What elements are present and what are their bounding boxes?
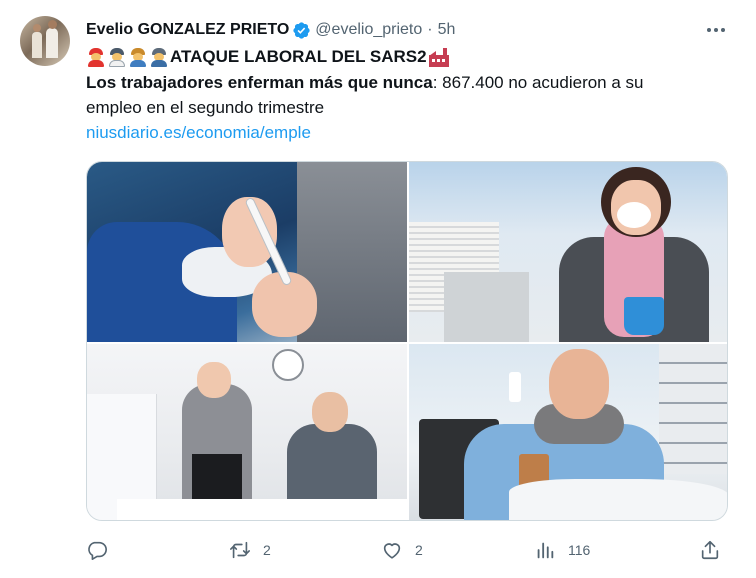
- share-icon: [701, 540, 719, 560]
- health-worker-emoji: [107, 47, 127, 67]
- firefighter-emoji: [86, 47, 106, 67]
- avatar-figure-head: [48, 20, 57, 29]
- factory-emoji: [428, 47, 450, 67]
- tweet-body-text: : 867.400 no acudieron a su: [432, 73, 644, 92]
- header-separator: ·: [427, 21, 433, 38]
- tweet-bold-text: Los trabajadores enferman más que nunca: [86, 73, 433, 92]
- reply-button[interactable]: [86, 538, 120, 562]
- share-button[interactable]: [699, 538, 721, 562]
- author-name[interactable]: Evelio GONZALEZ PRIETO: [86, 21, 289, 39]
- tweet-link[interactable]: niusdiario.es/economia/emple: [86, 121, 311, 145]
- tweet-header: Evelio GONZALEZ PRIETO @evelio_prieto · …: [86, 19, 455, 41]
- tweet-body-text-continued: empleo en el segundo trimestre: [86, 98, 325, 117]
- thermometer-photo[interactable]: [87, 162, 407, 342]
- avatar-figure: [46, 28, 58, 58]
- retweet-button[interactable]: 2: [229, 538, 271, 562]
- farmer-emoji: [128, 47, 148, 67]
- avatar-figure: [32, 32, 42, 58]
- retweet-count: 2: [263, 542, 271, 558]
- retweet-icon: [230, 541, 250, 559]
- tweet-headline: ATAQUE LABORAL DEL SARS2: [170, 47, 427, 66]
- views-count: 116: [568, 542, 591, 558]
- author-avatar[interactable]: [20, 16, 70, 66]
- media-grid: [86, 161, 728, 521]
- heart-icon: [383, 543, 401, 559]
- verified-badge-icon[interactable]: [292, 21, 311, 40]
- views-chart-icon: [537, 542, 554, 559]
- tweet-headline-line: ATAQUE LABORAL DEL SARS2: [86, 45, 450, 69]
- tweet-timestamp[interactable]: 5h: [438, 21, 456, 39]
- factory-worker-emoji: [149, 47, 169, 67]
- author-handle[interactable]: @evelio_prieto: [315, 21, 422, 39]
- tweet-body-line: Los trabajadores enferman más que nunca:…: [86, 71, 644, 95]
- office-woman-tissue-photo[interactable]: [409, 162, 727, 342]
- man-nasal-spray-photo[interactable]: [409, 344, 727, 520]
- views-button[interactable]: 116: [534, 538, 590, 562]
- reply-icon: [88, 541, 107, 560]
- more-options-icon[interactable]: [703, 20, 729, 40]
- office-coworkers-masks-photo[interactable]: [87, 344, 407, 520]
- avatar-figure-head: [33, 24, 41, 32]
- like-count: 2: [415, 542, 423, 558]
- like-button[interactable]: 2: [381, 538, 423, 562]
